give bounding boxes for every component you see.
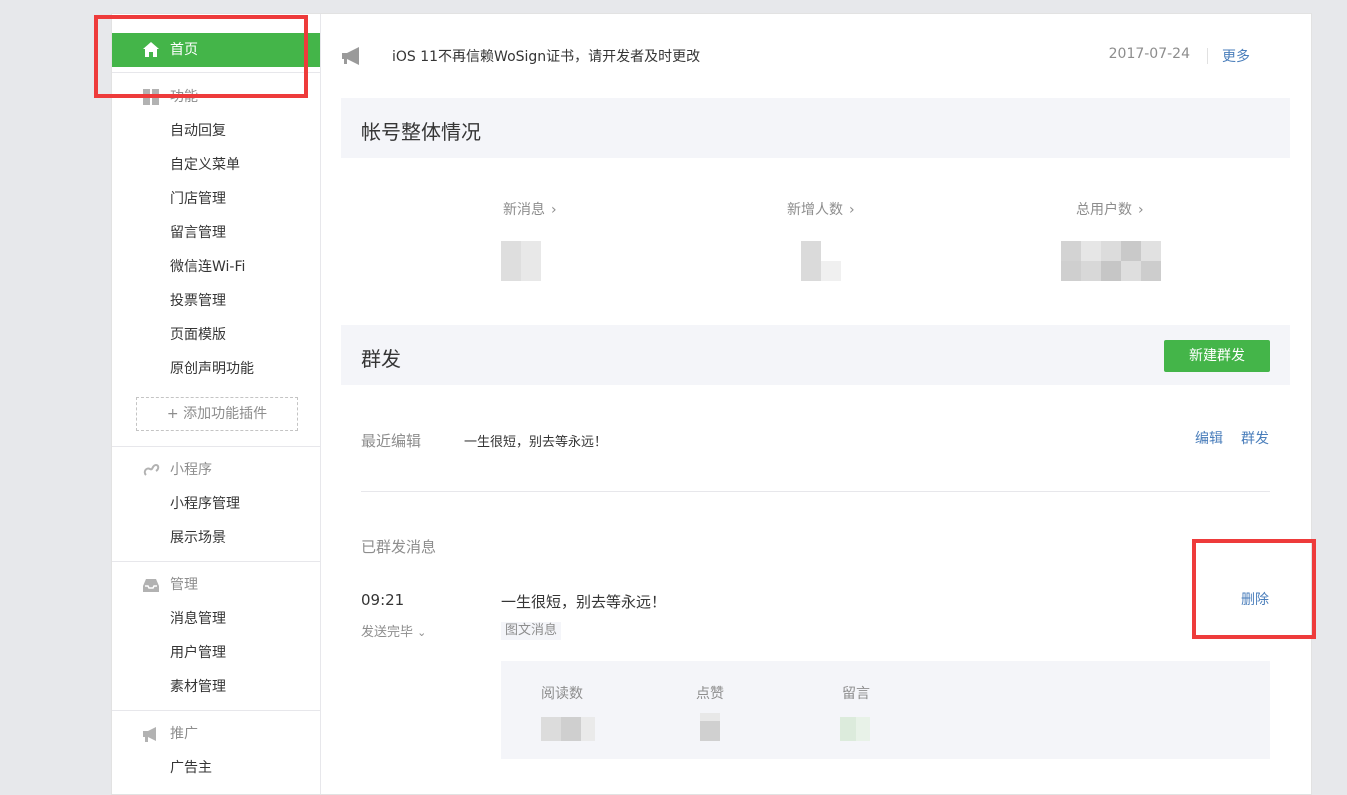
add-plugin-label: 添加功能插件 bbox=[183, 406, 268, 422]
message-type-tag: 图文消息 bbox=[501, 622, 562, 640]
blurred-value bbox=[501, 241, 541, 281]
sidebar-item-advertiser[interactable]: 广告主 bbox=[170, 758, 212, 778]
blurred-value bbox=[700, 713, 720, 741]
divider bbox=[361, 491, 1270, 492]
sidebar-item-messages[interactable]: 消息管理 bbox=[170, 609, 226, 629]
add-plugin-button[interactable]: + 添加功能插件 bbox=[136, 397, 298, 431]
metric-comments: 留言 bbox=[842, 686, 870, 702]
sidebar-divider bbox=[112, 446, 320, 447]
sidebar: 首页 功能 自动回复 自定义菜单 门店管理 留言管理 微信连Wi-Fi 投票管理… bbox=[112, 14, 321, 794]
edit-link[interactable]: 编辑 bbox=[1195, 428, 1223, 448]
overview-title: 帐号整体情况 bbox=[361, 120, 481, 144]
sidebar-divider bbox=[112, 561, 320, 562]
sidebar-group-manage: 管理 bbox=[112, 570, 320, 600]
sidebar-group-promotion: 推广 bbox=[112, 719, 320, 749]
annotation-highlight-home bbox=[94, 15, 308, 98]
sidebar-item-page-template[interactable]: 页面模版 bbox=[170, 325, 226, 345]
message-stats: 阅读数 点赞 留言 bbox=[501, 661, 1270, 759]
chevron-right-icon: › bbox=[1138, 202, 1144, 218]
mass-title: 群发 bbox=[361, 347, 401, 371]
stat-label: 新增人数 bbox=[787, 202, 843, 218]
notice-date: 2017-07-24 bbox=[1108, 46, 1190, 62]
notice-divider bbox=[1207, 48, 1208, 64]
speaker-icon bbox=[342, 47, 359, 65]
blurred-value bbox=[541, 717, 595, 741]
sidebar-item-materials[interactable]: 素材管理 bbox=[170, 677, 226, 697]
overview-header: 帐号整体情况 bbox=[341, 98, 1290, 158]
notice-bar: iOS 11不再信赖WoSign证书，请开发者及时更改 2017-07-24 更… bbox=[341, 44, 1270, 68]
blurred-value bbox=[1061, 241, 1161, 281]
sent-time: 09:21 bbox=[361, 591, 405, 609]
sidebar-item-wifi[interactable]: 微信连Wi-Fi bbox=[170, 257, 245, 277]
stat-label: 总用户数 bbox=[1076, 202, 1132, 218]
sent-status-label: 发送完毕 bbox=[361, 625, 414, 640]
stat-total-users[interactable]: 总用户数 › bbox=[1076, 199, 1144, 219]
sidebar-item-display-scenes[interactable]: 展示场景 bbox=[170, 528, 226, 548]
inbox-icon bbox=[143, 579, 159, 592]
sidebar-item-auto-reply[interactable]: 自动回复 bbox=[170, 121, 226, 141]
chevron-right-icon: › bbox=[551, 202, 557, 218]
sidebar-item-mini-program-manage[interactable]: 小程序管理 bbox=[170, 494, 240, 514]
megaphone-icon bbox=[143, 727, 156, 742]
stat-new-followers[interactable]: 新增人数 › bbox=[787, 199, 855, 219]
sidebar-item-store[interactable]: 门店管理 bbox=[170, 189, 226, 209]
sidebar-group-title: 管理 bbox=[170, 577, 198, 593]
stat-label: 新消息 bbox=[503, 202, 545, 218]
app-shell: 首页 功能 自动回复 自定义菜单 门店管理 留言管理 微信连Wi-Fi 投票管理… bbox=[111, 13, 1312, 795]
sidebar-item-comments[interactable]: 留言管理 bbox=[170, 223, 226, 243]
sidebar-divider bbox=[112, 710, 320, 711]
sidebar-group-title: 小程序 bbox=[170, 462, 212, 478]
new-mass-message-button[interactable]: 新建群发 bbox=[1164, 340, 1270, 372]
notice-more-link[interactable]: 更多 bbox=[1222, 46, 1250, 66]
recent-edit-text: 一生很短，别去等永远！ bbox=[464, 435, 608, 450]
send-link[interactable]: 群发 bbox=[1241, 428, 1269, 448]
sent-messages-label: 已群发消息 bbox=[361, 538, 437, 556]
metric-reads: 阅读数 bbox=[541, 686, 583, 702]
plus-icon: + bbox=[166, 406, 179, 422]
sidebar-item-users[interactable]: 用户管理 bbox=[170, 643, 226, 663]
sidebar-item-vote[interactable]: 投票管理 bbox=[170, 291, 226, 311]
stat-new-messages[interactable]: 新消息 › bbox=[503, 199, 557, 219]
blurred-value bbox=[801, 241, 841, 281]
metric-likes: 点赞 bbox=[696, 686, 724, 702]
annotation-highlight-delete bbox=[1192, 539, 1316, 639]
mini-program-icon bbox=[143, 463, 160, 476]
chevron-down-icon: ⌄ bbox=[417, 626, 427, 639]
sent-status[interactable]: 发送完毕 ⌄ bbox=[361, 621, 426, 640]
sidebar-group-title: 推广 bbox=[170, 726, 198, 742]
mass-header: 群发 新建群发 bbox=[341, 325, 1290, 385]
chevron-right-icon: › bbox=[849, 202, 855, 218]
sidebar-item-original[interactable]: 原创声明功能 bbox=[170, 359, 254, 379]
blurred-value bbox=[840, 717, 870, 741]
sent-message-text[interactable]: 一生很短，别去等永远！ bbox=[501, 591, 666, 612]
sidebar-item-custom-menu[interactable]: 自定义菜单 bbox=[170, 155, 240, 175]
notice-text[interactable]: iOS 11不再信赖WoSign证书，请开发者及时更改 bbox=[392, 46, 700, 66]
recent-edit-label: 最近编辑 bbox=[361, 432, 422, 450]
main-content: iOS 11不再信赖WoSign证书，请开发者及时更改 2017-07-24 更… bbox=[321, 14, 1311, 794]
sidebar-group-mini-program: 小程序 bbox=[112, 455, 320, 485]
